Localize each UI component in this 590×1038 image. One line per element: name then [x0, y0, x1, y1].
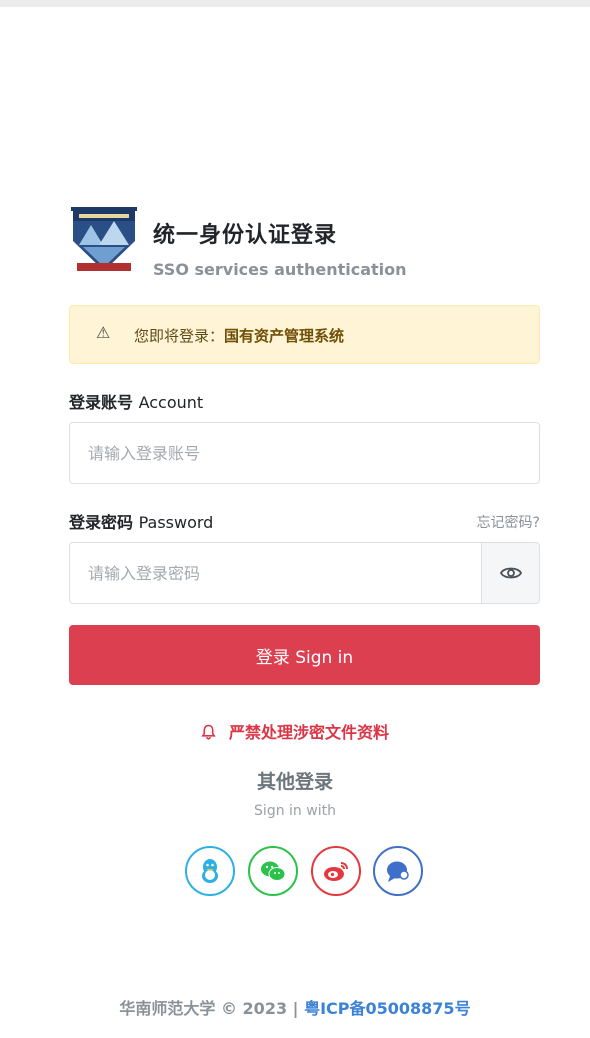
- bell-icon: [201, 723, 221, 742]
- message-login-button[interactable]: [373, 846, 423, 896]
- university-logo: [69, 203, 139, 279]
- login-target-alert: ⚠ 您即将登录：国有资产管理系统: [69, 305, 540, 364]
- top-bar: [0, 0, 590, 7]
- weibo-login-button[interactable]: [311, 846, 361, 896]
- footer-copyright: 华南师范大学 © 2023 |: [119, 999, 305, 1018]
- account-label: 登录账号 Account: [69, 389, 203, 413]
- page-subtitle: SSO services authentication: [153, 260, 407, 279]
- alert-system-name: 国有资产管理系统: [224, 327, 345, 345]
- eye-icon: [499, 567, 522, 579]
- other-login-subtitle: Sign in with: [254, 803, 336, 819]
- qq-login-button[interactable]: [185, 846, 235, 896]
- other-login-title: 其他登录: [256, 771, 333, 793]
- warning-triangle-icon: ⚠: [96, 323, 111, 342]
- signin-button[interactable]: 登录 Sign in: [69, 625, 540, 685]
- wechat-login-button[interactable]: [248, 846, 298, 896]
- account-input[interactable]: [69, 422, 540, 484]
- page-header: 统一身份认证登录 SSO services authentication: [69, 203, 540, 283]
- forgot-password-link[interactable]: 忘记密码?: [477, 512, 540, 532]
- show-password-button[interactable]: [481, 542, 540, 604]
- qq-penguin-icon: [202, 859, 218, 883]
- account-label-cn: 登录账号: [69, 393, 134, 412]
- page-footer: 华南师范大学 © 2023 | 粤ICP备05008875号: [0, 995, 590, 1019]
- icp-link[interactable]: 粤ICP备05008875号: [304, 999, 471, 1018]
- password-label: 登录密码 Password: [69, 509, 213, 533]
- password-input[interactable]: [69, 542, 482, 604]
- chat-bubble-icon: [387, 861, 409, 882]
- security-notice: 严禁处理涉密文件资料: [0, 719, 590, 743]
- password-label-en: Password: [138, 513, 214, 532]
- wechat-icon: [261, 861, 286, 881]
- security-notice-text: 严禁处理涉密文件资料: [229, 723, 390, 742]
- page-title: 统一身份认证登录: [153, 223, 338, 248]
- password-field-group: [69, 542, 540, 604]
- weibo-icon: [324, 862, 348, 881]
- alert-prefix: 您即将登录：: [134, 327, 225, 345]
- account-label-en: Account: [138, 393, 204, 412]
- password-label-cn: 登录密码: [69, 513, 134, 532]
- alert-message: 您即将登录：国有资产管理系统: [134, 325, 344, 346]
